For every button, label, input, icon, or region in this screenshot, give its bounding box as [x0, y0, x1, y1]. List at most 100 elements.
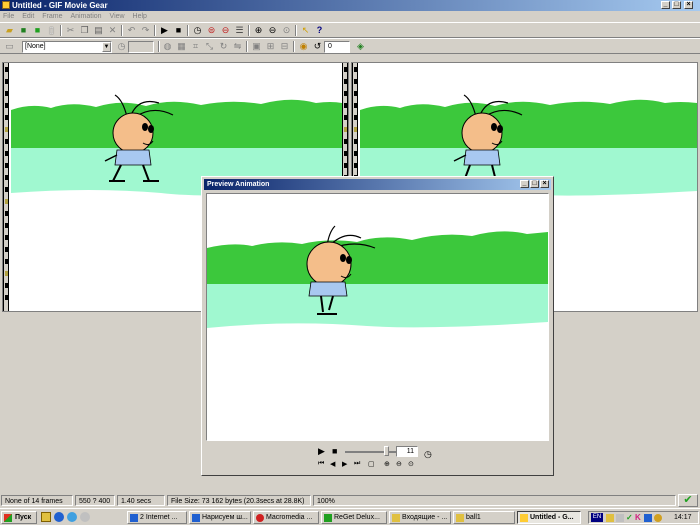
language-indicator[interactable]: EN	[591, 513, 603, 522]
frame-select[interactable]: [None] ▼	[22, 41, 112, 53]
frame-offset-icon[interactable]: ⊞	[265, 41, 276, 52]
transparency-icon[interactable]: ◍	[162, 41, 173, 52]
task-narisuem[interactable]: Нарисуем ш...	[189, 511, 251, 524]
maximize-button[interactable]: □	[672, 1, 681, 9]
loop-icon[interactable]: ↺	[312, 41, 323, 52]
new-icon[interactable]: ▯	[46, 25, 57, 36]
flip-icon[interactable]: ⇋	[232, 41, 243, 52]
zoom-out-icon[interactable]: ⊖	[267, 25, 278, 36]
task-gif-movie-gear[interactable]: Untitled - G...	[517, 511, 581, 524]
tray-speaker-icon[interactable]	[654, 514, 662, 522]
play-icon[interactable]: ▶	[159, 25, 170, 36]
film-hole	[5, 235, 8, 240]
delay-field[interactable]	[128, 41, 154, 53]
cut-icon[interactable]: ✂	[65, 25, 76, 36]
help-icon[interactable]: ?	[314, 25, 325, 36]
quicklaunch-desktop-icon[interactable]	[41, 512, 51, 522]
preview-zoom-in-icon[interactable]: ⊕	[384, 460, 390, 468]
minimize-button[interactable]: _	[661, 1, 670, 9]
globe-icon[interactable]: ◉	[298, 41, 309, 52]
preview-window[interactable]: Preview Animation _ □ × ▶ ■ 11 ◷ ⏮ ◀ ▶ ⏭…	[201, 176, 554, 476]
resize-icon[interactable]: ⤡	[204, 41, 215, 52]
film-hole	[5, 127, 8, 132]
film-hole	[5, 283, 8, 288]
undo-icon[interactable]: ↶	[126, 25, 137, 36]
task-macromedia[interactable]: Macromedia ...	[253, 511, 319, 524]
last-frame-icon[interactable]: ⏭	[354, 460, 360, 468]
frame-disposal-icon[interactable]: ⊟	[279, 41, 290, 52]
paste-icon[interactable]: ▤	[93, 25, 104, 36]
task-inbox[interactable]: Входящие - ...	[389, 511, 451, 524]
preview-timer-icon[interactable]: ◷	[424, 449, 432, 460]
first-frame-icon[interactable]: ⏮	[318, 460, 324, 468]
film-hole	[5, 91, 8, 96]
preview-slider-thumb[interactable]	[384, 446, 389, 456]
film-hole	[344, 103, 347, 108]
tray-check-icon[interactable]: ✓	[626, 513, 633, 522]
next-frame-icon[interactable]: ▶	[342, 460, 347, 468]
crop-icon[interactable]: ⌗	[190, 41, 201, 52]
frame-remove-icon[interactable]: ⊖	[220, 25, 231, 36]
menu-help[interactable]: Help	[133, 13, 147, 20]
delay-icon[interactable]: ◷	[116, 41, 127, 52]
film-hole	[5, 79, 8, 84]
preview-titlebar[interactable]: Preview Animation _ □ ×	[204, 179, 551, 190]
web-icon[interactable]: ◈	[355, 41, 366, 52]
film-hole	[354, 91, 357, 96]
copy-icon[interactable]: ❐	[79, 25, 90, 36]
task-internet[interactable]: 2 Internet ...	[127, 511, 187, 524]
redo-icon[interactable]: ↷	[140, 25, 151, 36]
save-icon[interactable]: ■	[18, 25, 29, 36]
preview-zoom-reset-icon[interactable]: ⊙	[408, 460, 414, 468]
frame-red-icon[interactable]: ⊜	[206, 25, 217, 36]
loop-count-field[interactable]: 0	[324, 41, 350, 53]
tray-network-icon[interactable]	[616, 514, 624, 522]
optimize-icon[interactable]: ▣	[251, 41, 262, 52]
save-as-icon[interactable]: ■	[32, 25, 43, 36]
frame-list-icon[interactable]: ☰	[234, 25, 245, 36]
film-hole	[5, 199, 8, 204]
quicklaunch-media-icon[interactable]	[80, 512, 90, 522]
film-hole	[5, 115, 8, 120]
preview-play-icon[interactable]: ▶	[318, 446, 325, 457]
film-hole	[5, 139, 8, 144]
checkmark-icon[interactable]: ✔	[678, 494, 698, 507]
quicklaunch-ie-icon[interactable]	[54, 512, 64, 522]
prev-frame-icon[interactable]: ◀	[330, 460, 335, 468]
preview-minimize-button[interactable]: _	[520, 180, 529, 188]
delete-icon[interactable]: ✕	[107, 25, 118, 36]
zoom-fit-icon[interactable]: ⊙	[281, 25, 292, 36]
preview-maximize-button[interactable]: □	[530, 180, 539, 188]
preview-close-button[interactable]: ×	[540, 180, 549, 188]
preview-zoom-out-icon[interactable]: ⊖	[396, 460, 402, 468]
preview-fit-icon[interactable]: ▢	[368, 460, 375, 468]
menu-frame[interactable]: Frame	[42, 13, 62, 20]
menu-animation[interactable]: Animation	[70, 13, 101, 20]
timer-icon[interactable]: ◷	[192, 25, 203, 36]
stop-icon[interactable]: ■	[173, 25, 184, 36]
quicklaunch-outlook-icon[interactable]	[67, 512, 77, 522]
film-hole	[344, 163, 347, 168]
preview-canvas	[206, 193, 549, 441]
open-icon[interactable]: ▰	[4, 25, 15, 36]
menu-file[interactable]: File	[3, 13, 14, 20]
film-hole	[5, 271, 8, 276]
tray-monitor-icon[interactable]	[644, 514, 652, 522]
tray-app-icon[interactable]	[606, 514, 614, 522]
task-ball1[interactable]: ball1	[453, 511, 515, 524]
menu-view[interactable]: View	[110, 13, 125, 20]
menu-edit[interactable]: Edit	[22, 13, 34, 20]
context-help-icon[interactable]: ↖	[300, 25, 311, 36]
preview-stop-icon[interactable]: ■	[332, 446, 337, 456]
preview-frame-number: 11	[396, 446, 418, 457]
chevron-down-icon[interactable]: ▼	[102, 42, 111, 52]
close-button[interactable]: ×	[684, 1, 693, 9]
frame-props-icon[interactable]: ▭	[4, 41, 15, 52]
tray-k-icon[interactable]: K	[635, 513, 641, 522]
zoom-in-icon[interactable]: ⊕	[253, 25, 264, 36]
task-reget[interactable]: ReGet Delux...	[321, 511, 387, 524]
start-button[interactable]: Пуск	[1, 511, 37, 524]
status-dimensions: 550 ? 400	[75, 495, 115, 506]
rotate-icon[interactable]: ↻	[218, 41, 229, 52]
palette-icon[interactable]: ▦	[176, 41, 187, 52]
